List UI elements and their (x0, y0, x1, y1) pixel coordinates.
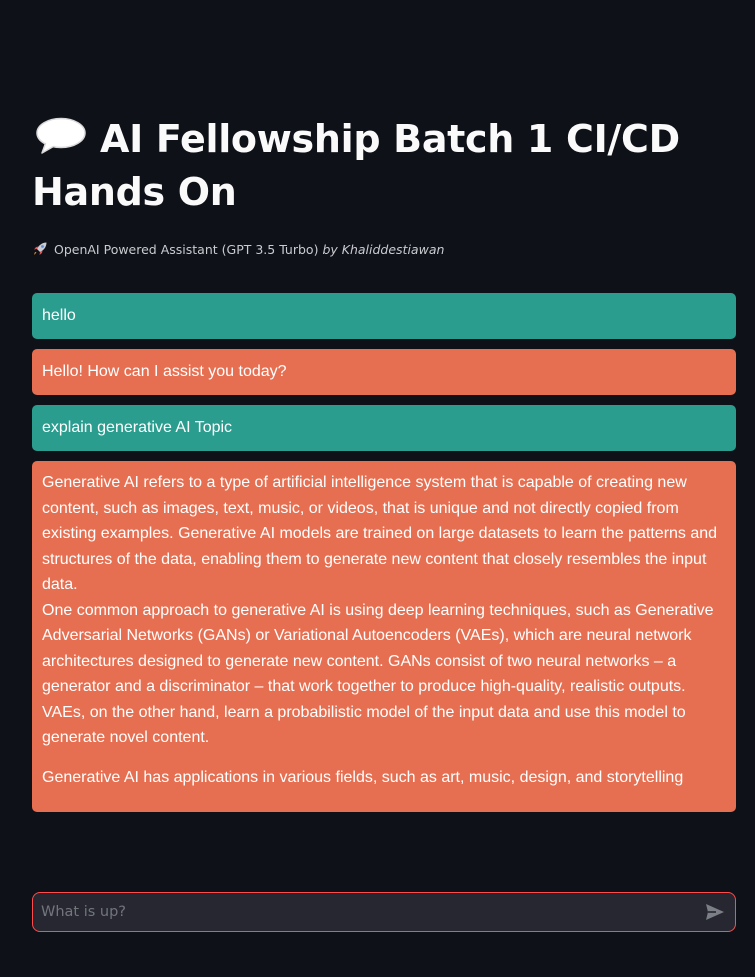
subtitle-text: OpenAI Powered Assistant (GPT 3.5 Turbo) (54, 241, 319, 257)
chat-input-container (32, 892, 736, 932)
message-text: explain generative AI Topic (42, 419, 233, 436)
chat-message-assistant: Hello! How can I assist you today? (32, 349, 736, 395)
speech-balloon-icon (36, 117, 86, 154)
chat-message-list: hello Hello! How can I assist you today?… (32, 293, 736, 822)
chat-message-assistant: Generative AI refers to a type of artifi… (32, 461, 736, 812)
send-button[interactable] (695, 893, 735, 931)
message-paragraph: Generative AI has applications in variou… (42, 768, 684, 786)
page-title-text: AI Fellowship Batch 1 CI/CD Hands On (32, 117, 680, 214)
send-icon (706, 904, 724, 920)
subtitle-author: by Khaliddestiawan (322, 241, 445, 257)
subtitle: OpenAI Powered Assistant (GPT 3.5 Turbo)… (32, 239, 736, 259)
message-text: Hello! How can I assist you today? (42, 363, 287, 380)
chat-message-user: hello (32, 293, 736, 339)
chat-input[interactable] (33, 893, 695, 931)
rocket-icon (34, 242, 47, 255)
chat-message-user: explain generative AI Topic (32, 405, 736, 451)
page-title: AI Fellowship Batch 1 CI/CD Hands On (32, 0, 736, 219)
message-paragraph: Generative AI refers to a type of artifi… (42, 474, 718, 593)
main-container: AI Fellowship Batch 1 CI/CD Hands On Ope… (32, 0, 736, 812)
message-paragraph: One common approach to generative AI is … (42, 601, 714, 747)
message-text: hello (42, 307, 76, 324)
